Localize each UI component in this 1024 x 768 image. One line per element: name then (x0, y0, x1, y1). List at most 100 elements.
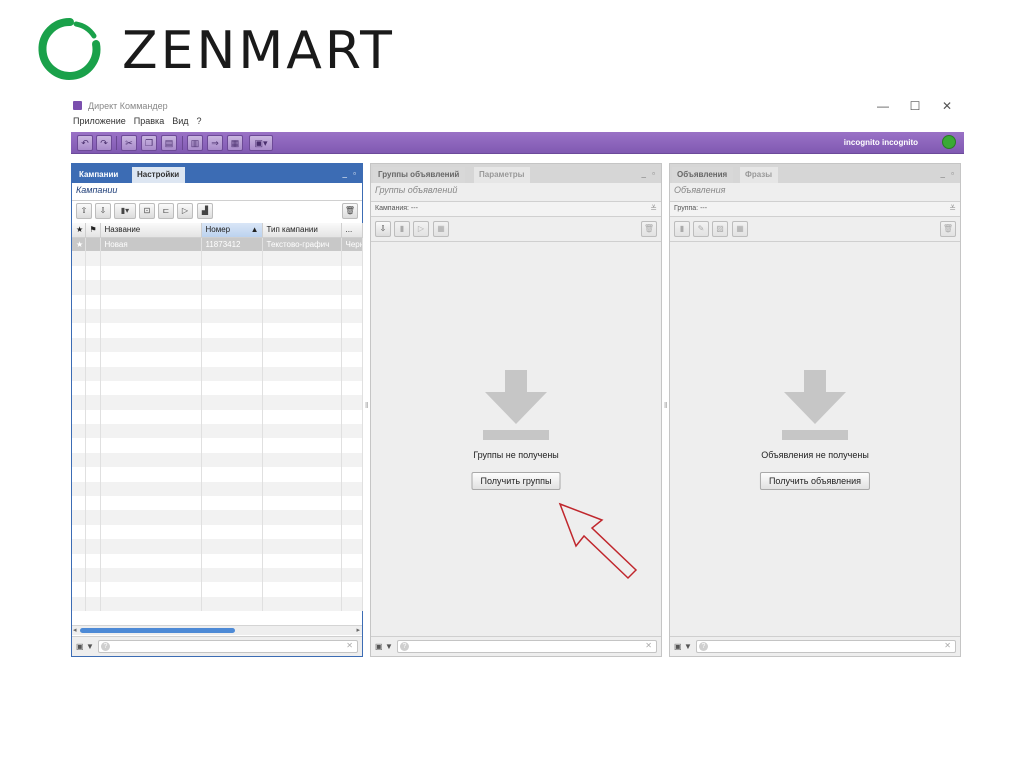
table-icon[interactable]: ▦ (732, 221, 748, 237)
delete-icon[interactable]: 🗑 (641, 221, 657, 237)
new-document-dropdown-icon[interactable]: ▮▾ (114, 203, 136, 219)
splitter-handle[interactable]: ‖ (365, 401, 368, 413)
delete-icon[interactable]: 🗑 (940, 221, 956, 237)
groups-search-input[interactable]: ? ✕ (397, 640, 657, 653)
copy-icon[interactable]: ❐ (141, 135, 157, 151)
edit-icon[interactable]: ✎ (693, 221, 709, 237)
campaigns-search-input[interactable]: ? ✕ (98, 640, 358, 653)
table-row[interactable] (72, 510, 363, 525)
menu-application[interactable]: Приложение (73, 116, 126, 130)
tab-ads[interactable]: Объявления (672, 167, 734, 183)
new-document-icon[interactable]: ▮ (674, 221, 690, 237)
panel-window-controls[interactable]: _ ▫ (940, 169, 956, 178)
table-row[interactable] (72, 496, 363, 511)
menu-edit[interactable]: Правка (134, 116, 164, 130)
table-row[interactable] (72, 452, 363, 468)
table-row[interactable] (72, 481, 363, 497)
panel-window-controls[interactable]: _ ▫ (342, 169, 358, 178)
compare-icon[interactable]: ⊡ (139, 203, 155, 219)
delete-icon[interactable]: 🗑 (342, 203, 358, 219)
favorite-column-header[interactable]: ★ (72, 223, 86, 238)
table-row[interactable] (72, 467, 363, 482)
minimize-button[interactable]: — (875, 99, 891, 113)
stats-icon[interactable]: ▟ (197, 203, 213, 219)
close-button[interactable]: ✕ (939, 99, 955, 113)
tab-campaigns[interactable]: Кампании (74, 167, 124, 183)
table-row[interactable] (72, 294, 363, 309)
flag-column-header[interactable]: ⚑ (85, 223, 101, 238)
upload-icon[interactable]: ⇧ (76, 203, 92, 219)
undo-icon[interactable]: ↶ (77, 135, 93, 151)
user-status-icon[interactable] (942, 135, 956, 149)
tab-ad-groups[interactable]: Группы объявлений (373, 167, 466, 183)
horizontal-scrollbar[interactable]: ◂ ▸ (72, 625, 362, 635)
redo-icon[interactable]: ↷ (96, 135, 112, 151)
help-icon: ? (101, 642, 110, 651)
table-cell (262, 308, 342, 324)
column-header-more[interactable]: ... (341, 223, 363, 238)
campaign-filter[interactable]: Кампания: --- ≚ (371, 201, 661, 217)
ads-search-input[interactable]: ? ✕ (696, 640, 956, 653)
menu-view[interactable]: Вид (172, 116, 188, 130)
image-icon[interactable]: ▨ (712, 221, 728, 237)
save-filter-icon[interactable]: ▣ (375, 642, 383, 651)
filter-icon[interactable]: ▼ (86, 642, 94, 651)
table-icon[interactable]: ▦ (227, 135, 243, 151)
table-cell (72, 337, 86, 353)
table-row[interactable] (72, 308, 363, 324)
table-row[interactable] (72, 265, 363, 281)
export-icon[interactable]: ⊏ (158, 203, 174, 219)
column-header-number[interactable]: Номер ▲ (201, 223, 263, 238)
group-filter[interactable]: Группа: --- ≚ (670, 201, 960, 217)
table-row[interactable] (72, 409, 363, 425)
table-row[interactable] (72, 553, 363, 568)
chevron-double-down-icon[interactable]: ≚ (949, 204, 956, 213)
paste-icon[interactable]: ▤ (161, 135, 177, 151)
download-icon[interactable]: ⇩ (95, 203, 111, 219)
panel-window-controls[interactable]: _ ▫ (641, 169, 657, 178)
table-row[interactable] (72, 280, 363, 295)
chart-icon[interactable]: ▥ (187, 135, 203, 151)
table-row[interactable] (72, 596, 363, 612)
table-row[interactable] (72, 582, 363, 597)
table-row[interactable] (72, 323, 363, 338)
send-icon[interactable]: ▷ (177, 203, 193, 219)
filter-icon[interactable]: ▼ (684, 642, 692, 651)
new-document-icon[interactable]: ▮ (394, 221, 410, 237)
scrollbar-thumb[interactable] (80, 628, 235, 633)
save-filter-icon[interactable]: ▣ (76, 642, 84, 651)
table-row[interactable] (72, 539, 363, 554)
get-ads-button[interactable]: Получить объявления (759, 472, 871, 490)
table-row[interactable] (72, 567, 363, 583)
import-icon[interactable]: ⇒ (207, 135, 223, 151)
send-icon[interactable]: ▷ (413, 221, 429, 237)
chevron-double-down-icon[interactable]: ≚ (650, 204, 657, 213)
view-dropdown-icon[interactable]: ▣▾ (249, 135, 273, 151)
menu-help[interactable]: ? (197, 116, 202, 130)
table-row[interactable] (72, 424, 363, 439)
table-icon[interactable]: ▦ (433, 221, 449, 237)
user-name[interactable]: incognito incognito (844, 138, 918, 147)
save-filter-icon[interactable]: ▣ (674, 642, 682, 651)
favorite-cell[interactable]: ★ (72, 237, 86, 252)
filter-icon[interactable]: ▼ (385, 642, 393, 651)
table-row[interactable]: ★ Новая 11873412 Текстово-графич Черн (72, 237, 363, 252)
cut-icon[interactable]: ✂ (121, 135, 137, 151)
tab-parameters[interactable]: Параметры (474, 167, 531, 183)
table-row[interactable] (72, 366, 363, 381)
table-row[interactable] (72, 395, 363, 410)
splitter-handle[interactable]: ‖ (664, 401, 667, 413)
table-row[interactable] (72, 380, 363, 396)
download-icon[interactable]: ⇩ (375, 221, 391, 237)
tab-phrases[interactable]: Фразы (740, 167, 779, 183)
maximize-button[interactable]: ☐ (907, 99, 923, 113)
get-groups-button[interactable]: Получить группы (471, 472, 561, 490)
column-header-type[interactable]: Тип кампании (262, 223, 342, 238)
table-row[interactable] (72, 337, 363, 353)
table-row[interactable] (72, 352, 363, 367)
table-row[interactable] (72, 438, 363, 453)
table-row[interactable] (72, 524, 363, 540)
column-header-name[interactable]: Название (100, 223, 202, 238)
tab-settings[interactable]: Настройки (132, 167, 186, 183)
table-row[interactable] (72, 251, 363, 266)
